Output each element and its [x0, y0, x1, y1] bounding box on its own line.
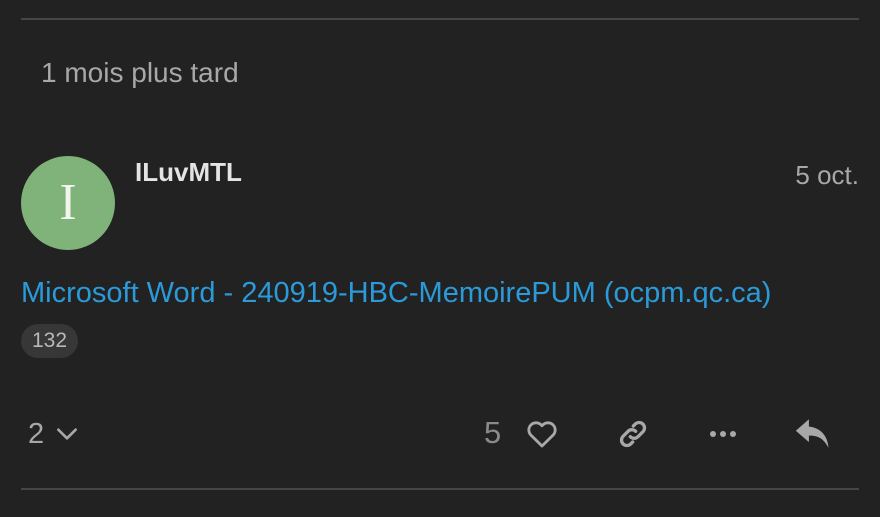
like-count: 5 [484, 415, 502, 450]
replies-count: 2 [28, 417, 45, 450]
like-button[interactable] [519, 410, 565, 458]
chevron-down-icon [57, 428, 78, 440]
reply-button[interactable] [790, 410, 836, 458]
top-divider [21, 18, 859, 20]
avatar-letter: I [59, 174, 77, 231]
show-replies-button[interactable]: 2 [28, 410, 80, 458]
bottom-divider [21, 488, 859, 490]
reply-icon [795, 419, 829, 448]
post-link[interactable]: Microsoft Word - 240919-HBC-MemoirePUM (… [21, 276, 771, 310]
post-username[interactable]: ILuvMTL [135, 157, 242, 187]
link-icon [619, 420, 647, 448]
link-click-count-badge: 132 [21, 324, 79, 358]
topic-post-view: 1 mois plus tard I ILuvMTL 5 oct. Micros… [0, 0, 880, 517]
post-date[interactable]: 5 oct. [795, 160, 859, 190]
more-actions-button[interactable] [700, 410, 746, 458]
more-horizontal-icon [710, 431, 736, 437]
heart-icon [527, 421, 557, 448]
time-gap-label: 1 mois plus tard [41, 57, 239, 88]
copy-link-button[interactable] [610, 410, 656, 458]
avatar[interactable]: I [21, 156, 115, 250]
